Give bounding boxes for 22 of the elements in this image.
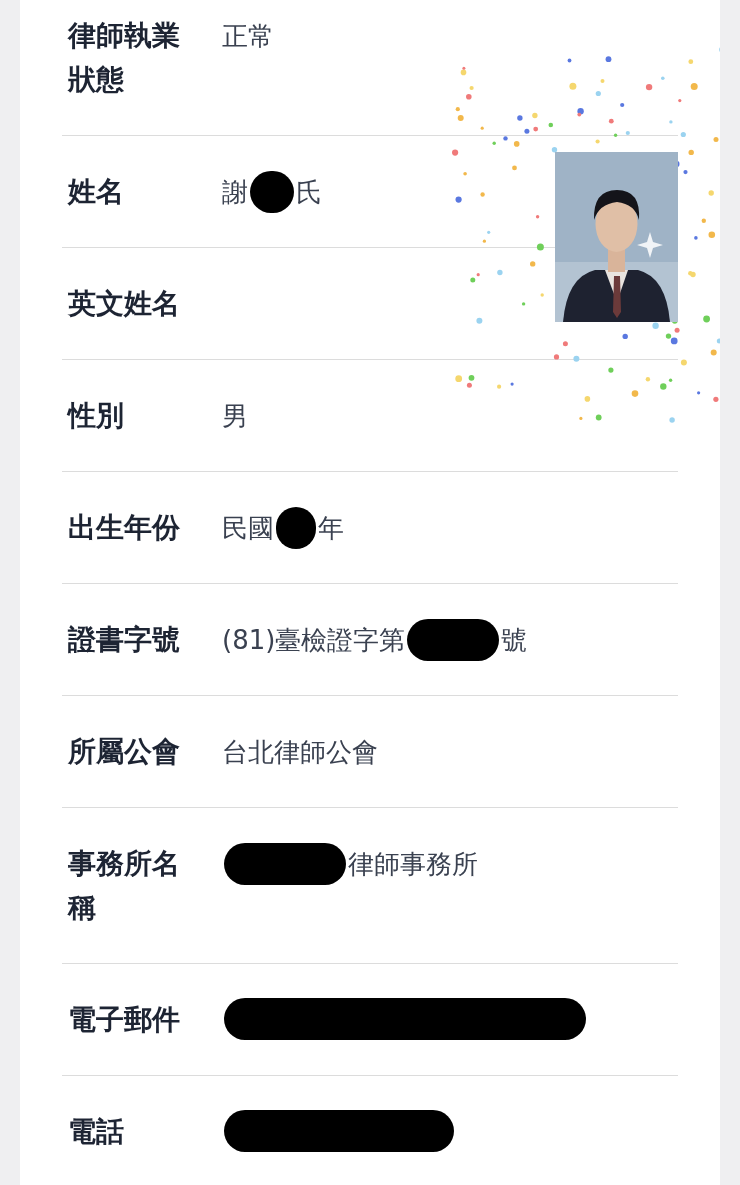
field-label: 出生年份 [68, 510, 181, 546]
field-value: (81)臺檢證字第 [222, 624, 406, 657]
field-value: 正常 [222, 20, 274, 53]
field-value: 律師事務所 [348, 848, 478, 881]
field-label: 性別 [68, 398, 125, 434]
field-value: 氏 [296, 176, 322, 209]
field-label: 姓名 [68, 174, 125, 210]
field-value: 號 [501, 624, 528, 657]
field-label: 證書字號 [68, 622, 181, 658]
field-label: 電話 [68, 1114, 125, 1150]
field-label: 所屬公會 [68, 734, 181, 770]
field-value: 台北律師公會 [222, 736, 378, 769]
redaction-mark [250, 171, 294, 213]
field-label: 事務所名稱 [68, 846, 181, 926]
field-label: 律師執業狀態 [68, 18, 181, 98]
redaction-mark [276, 507, 316, 549]
field-value: 男 [222, 400, 248, 433]
field-label: 英文姓名 [68, 286, 181, 322]
field-value: 年 [318, 512, 344, 545]
field-value: 民國 [222, 512, 274, 545]
field-value: 謝 [222, 176, 248, 209]
field-label: 電子郵件 [68, 1002, 181, 1038]
